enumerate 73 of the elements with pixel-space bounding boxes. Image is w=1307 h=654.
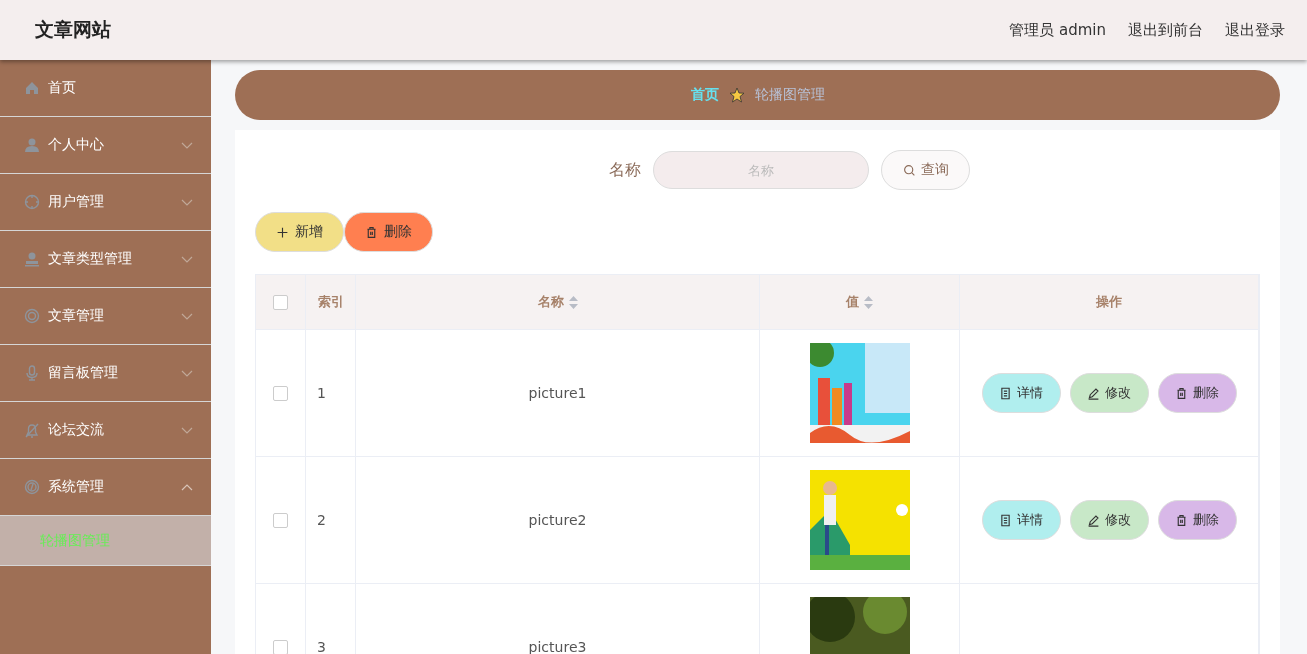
home-icon — [24, 80, 40, 96]
ring-icon — [24, 308, 40, 324]
plus-icon — [276, 225, 289, 239]
sidebar-item-label: 文章管理 — [48, 307, 105, 325]
search-field[interactable]: 名称 — [653, 151, 869, 189]
microphone-icon — [24, 365, 40, 381]
chevron-icon — [181, 255, 193, 263]
chevron-icon — [181, 141, 193, 149]
star-icon — [728, 87, 745, 103]
sidebar-item-label: 个人中心 — [48, 136, 105, 154]
stamp-icon — [24, 251, 40, 267]
document-icon — [999, 513, 1012, 527]
sidebar-item-label: 用户管理 — [48, 193, 105, 211]
column-header[interactable]: 索引 — [306, 275, 356, 330]
chevron-icon — [181, 483, 193, 491]
sidebar-item[interactable]: 首页 — [0, 60, 211, 117]
trash-icon — [1175, 513, 1188, 527]
detail-button[interactable]: 详情 — [981, 500, 1061, 540]
pencil-icon — [1087, 513, 1100, 527]
sidebar-item-label: 留言板管理 — [48, 364, 119, 382]
sort-icon[interactable] — [568, 295, 578, 309]
checkbox[interactable] — [273, 385, 288, 401]
table-cell: picture1 — [356, 330, 760, 457]
search-label: 名称 — [609, 159, 641, 181]
header-link[interactable]: 退出到前台 — [1128, 20, 1203, 40]
table-cell: picture2 — [356, 457, 760, 584]
sidebar-item[interactable]: 用户管理 — [0, 174, 211, 231]
checkbox[interactable] — [273, 639, 288, 654]
breadcrumb-item: 轮播图管理 — [754, 86, 825, 104]
header-link[interactable]: 退出登录 — [1225, 20, 1285, 40]
table-cell: picture3 — [356, 584, 760, 654]
column-header[interactable]: 操作 — [960, 275, 1259, 330]
delete-button[interactable]: 删除 — [1157, 500, 1237, 540]
trash-icon — [365, 225, 378, 239]
delete-button[interactable]: 删除 — [1157, 373, 1237, 413]
checkbox[interactable] — [273, 512, 288, 528]
sidebar-item[interactable]: 个人中心 — [0, 117, 211, 174]
document-icon — [999, 386, 1012, 400]
sidebar-item[interactable]: 文章管理 — [0, 288, 211, 345]
column-header[interactable]: 值 — [760, 275, 960, 330]
detail-button[interactable]: 详情 — [981, 373, 1061, 413]
table-cell: 2 — [306, 457, 356, 584]
sidebar-item-label: 首页 — [48, 79, 77, 97]
trash-icon — [1175, 386, 1188, 400]
crosshair-icon — [24, 194, 40, 210]
checkbox[interactable] — [273, 294, 288, 310]
user-icon — [24, 137, 40, 153]
search-icon — [902, 163, 916, 177]
breadcrumb-item[interactable]: 首页 — [690, 86, 719, 104]
column-header[interactable]: 名称 — [356, 275, 760, 330]
bell-off-icon — [24, 422, 40, 438]
gauge-icon — [24, 479, 40, 495]
chevron-icon — [181, 312, 193, 320]
chevron-icon — [181, 198, 193, 206]
edit-button[interactable]: 修改 — [1069, 500, 1149, 540]
edit-button[interactable]: 修改 — [1069, 373, 1149, 413]
add-button[interactable]: 新增 — [255, 212, 344, 252]
sidebar-item-label: 文章类型管理 — [48, 250, 133, 268]
chevron-icon — [181, 369, 193, 377]
table-cell: 1 — [306, 330, 356, 457]
delete-button[interactable]: 删除 — [344, 212, 433, 252]
header-link[interactable]: 管理员 admin — [1009, 20, 1106, 40]
table-cell: 3 — [306, 584, 356, 654]
sidebar-item[interactable]: 论坛交流 — [0, 402, 211, 459]
site-title: 文章网站 — [35, 17, 111, 42]
sidebar-item[interactable]: 文章类型管理 — [0, 231, 211, 288]
sort-icon[interactable] — [864, 295, 873, 309]
pencil-icon — [1087, 386, 1100, 400]
sidebar-item-label: 系统管理 — [48, 478, 105, 496]
sidebar-item-label: 论坛交流 — [48, 421, 105, 439]
chevron-icon — [181, 426, 193, 434]
query-button[interactable]: 查询 — [881, 150, 970, 190]
sidebar-item[interactable]: 留言板管理 — [0, 345, 211, 402]
